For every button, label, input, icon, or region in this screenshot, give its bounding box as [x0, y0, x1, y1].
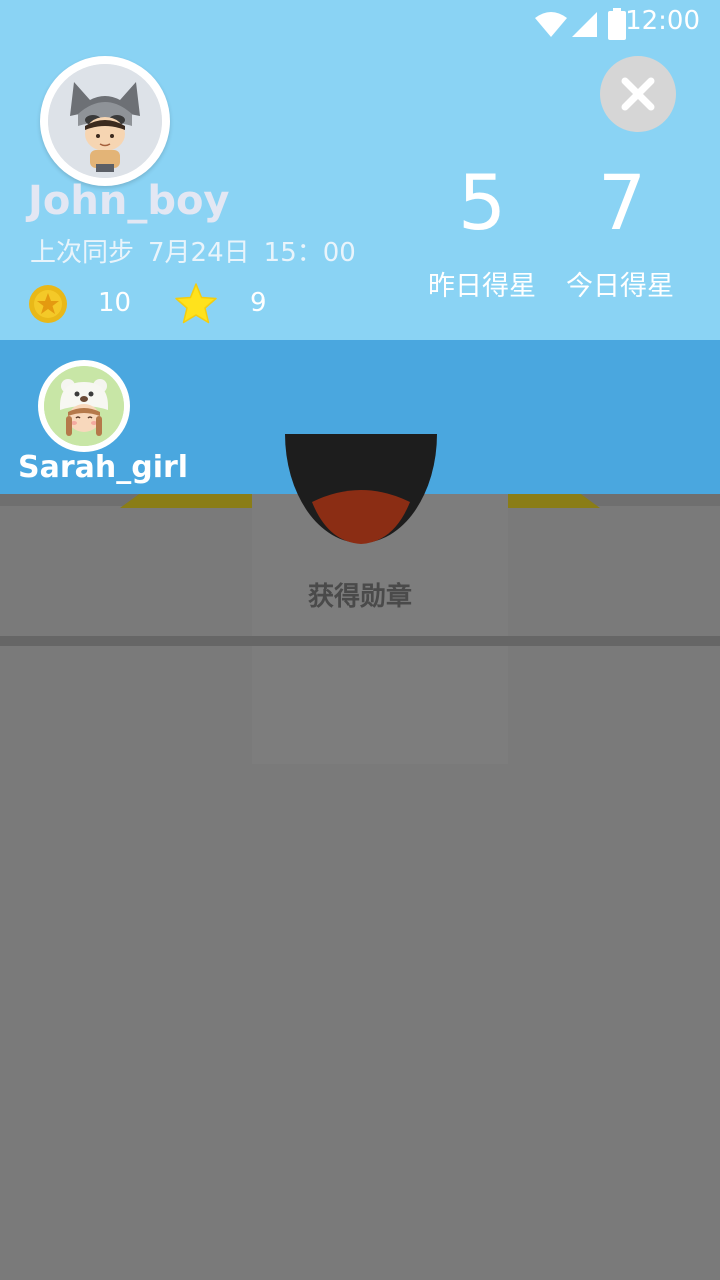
today-stars-value: 7	[597, 158, 647, 247]
star-count: 9	[250, 288, 267, 318]
divider	[0, 636, 720, 646]
username: John_boy	[28, 178, 230, 224]
close-button[interactable]	[600, 56, 676, 132]
medal-icon	[285, 434, 437, 544]
coin-icon	[29, 285, 67, 323]
status-time: 12:00	[625, 6, 700, 36]
wifi-icon	[535, 12, 567, 37]
signal-icon	[572, 12, 597, 37]
last-sync-info: 上次同步 7月24日 15：00	[30, 232, 356, 269]
sync-label: 上次同步	[30, 238, 135, 268]
yesterday-stars-label: 昨日得星	[428, 271, 536, 302]
sync-time: 15：00	[263, 238, 356, 268]
coin-count: 10	[98, 288, 132, 318]
sync-date: 7月24日	[148, 238, 250, 268]
husky-avatar-image	[48, 64, 162, 178]
bear-avatar-image	[44, 366, 124, 446]
star-icon	[175, 283, 217, 324]
friend-avatar[interactable]	[38, 360, 130, 452]
status-bar: 12:00	[0, 0, 720, 48]
dim-overlay[interactable]: 获得勋章	[0, 434, 720, 1280]
close-icon	[621, 77, 655, 111]
friend-name: Sarah_girl	[18, 450, 189, 485]
profile-header: 12:00 John_boy 上次同步 7月24日 15：00 10 9 5 昨…	[0, 0, 720, 340]
user-avatar[interactable]	[40, 56, 170, 186]
badge-title: 获得勋章	[307, 582, 412, 612]
battery-icon	[608, 8, 626, 40]
today-stars-label: 今日得星	[566, 271, 674, 302]
yesterday-stars-value: 5	[457, 158, 507, 247]
